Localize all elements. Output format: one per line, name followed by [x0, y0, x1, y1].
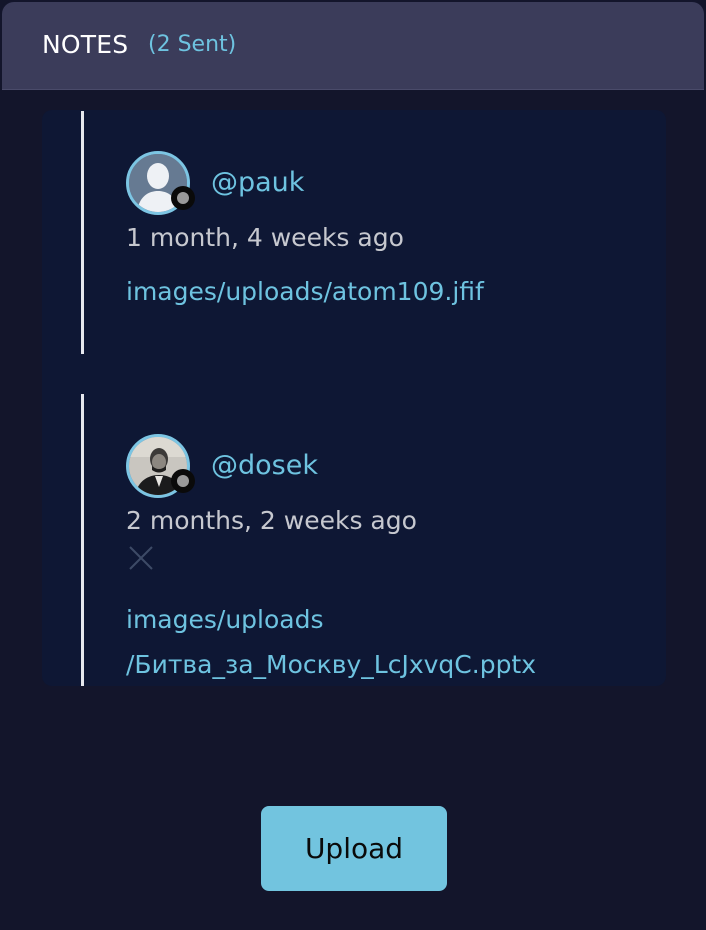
status-indicator: [171, 186, 195, 210]
note-username[interactable]: @pauk: [211, 167, 304, 198]
note-timestamp: 2 months, 2 weeks ago: [126, 506, 417, 535]
upload-button[interactable]: Upload: [261, 806, 447, 891]
notes-list[interactable]: @pauk 1 month, 4 weeks ago images/upload…: [42, 110, 666, 686]
sent-count: (2 Sent): [148, 32, 237, 57]
close-icon[interactable]: [126, 543, 156, 573]
note-timestamp: 1 month, 4 weeks ago: [126, 223, 404, 252]
note-username[interactable]: @dosek: [211, 450, 318, 481]
notes-panel: NOTES (2 Sent) @pauk 1 month, 4 weeks ag…: [0, 0, 706, 930]
attachment-link[interactable]: images/uploads/atom109.jfif: [126, 269, 484, 314]
note-item: @dosek 2 months, 2 weeks ago images/uplo…: [81, 394, 641, 686]
attachment-link-line-2[interactable]: /Битва_за_Москву_LcJxvqC.pptx: [126, 642, 536, 686]
attachment-link-line-1[interactable]: images/uploads: [126, 597, 324, 642]
panel-header: NOTES (2 Sent): [2, 2, 704, 90]
status-indicator: [171, 469, 195, 493]
note-item: @pauk 1 month, 4 weeks ago images/upload…: [81, 111, 641, 354]
panel-title: NOTES: [42, 30, 129, 59]
